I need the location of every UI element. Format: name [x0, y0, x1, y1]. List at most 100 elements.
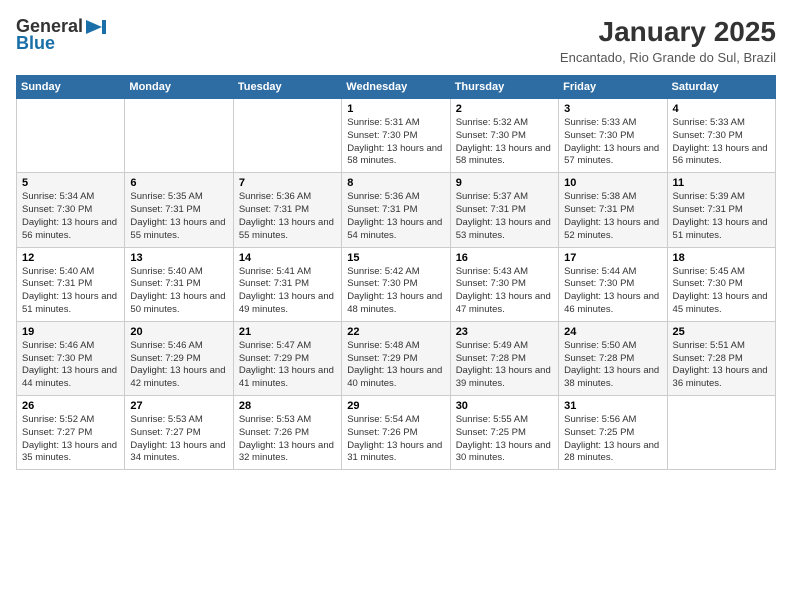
calendar-cell: 10 Sunrise: 5:38 AMSunset: 7:31 PMDayligh… [559, 173, 667, 247]
month-year-title: January 2025 [560, 16, 776, 48]
day-info: Sunrise: 5:33 AMSunset: 7:30 PMDaylight:… [564, 117, 661, 168]
calendar-cell: 14 Sunrise: 5:41 AMSunset: 7:31 PMDayligh… [233, 247, 341, 321]
calendar-week-1: 1 Sunrise: 5:31 AMSunset: 7:30 PMDaylight… [17, 99, 776, 173]
calendar-cell: 22 Sunrise: 5:48 AMSunset: 7:29 PMDayligh… [342, 321, 450, 395]
calendar-cell: 24 Sunrise: 5:50 AMSunset: 7:28 PMDayligh… [559, 321, 667, 395]
day-info: Sunrise: 5:41 AMSunset: 7:31 PMDaylight:… [239, 266, 336, 317]
day-info: Sunrise: 5:56 AMSunset: 7:25 PMDaylight:… [564, 414, 661, 465]
page-header: General Blue January 2025 Encantado, Rio… [16, 16, 776, 65]
calendar-cell: 2 Sunrise: 5:32 AMSunset: 7:30 PMDaylight… [450, 99, 558, 173]
day-number: 12 [22, 252, 119, 264]
day-number: 20 [130, 326, 227, 338]
day-number: 16 [456, 252, 553, 264]
logo-flag-icon [86, 20, 106, 34]
calendar-cell: 19Sunrise: 5:46 AMSunset: 7:30 PMDayligh… [17, 321, 125, 395]
day-number: 10 [564, 177, 661, 189]
calendar-cell: 15 Sunrise: 5:42 AMSunset: 7:30 PMDayligh… [342, 247, 450, 321]
day-info: Sunrise: 5:50 AMSunset: 7:28 PMDaylight:… [564, 340, 661, 391]
day-number: 9 [456, 177, 553, 189]
weekday-header-row: SundayMondayTuesdayWednesdayThursdayFrid… [17, 76, 776, 99]
logo-blue-text: Blue [16, 33, 55, 54]
day-number: 17 [564, 252, 661, 264]
day-info: Sunrise: 5:31 AMSunset: 7:30 PMDaylight:… [347, 117, 444, 168]
calendar-cell: 25 Sunrise: 5:51 AMSunset: 7:28 PMDayligh… [667, 321, 775, 395]
calendar-week-2: 5 Sunrise: 5:34 AMSunset: 7:30 PMDaylight… [17, 173, 776, 247]
day-number: 24 [564, 326, 661, 338]
day-number: 14 [239, 252, 336, 264]
calendar-cell: 28 Sunrise: 5:53 AMSunset: 7:26 PMDayligh… [233, 396, 341, 470]
calendar-cell: 26 Sunrise: 5:52 AMSunset: 7:27 PMDayligh… [17, 396, 125, 470]
day-info: Sunrise: 5:36 AMSunset: 7:31 PMDaylight:… [239, 191, 336, 242]
day-number: 19 [22, 326, 119, 338]
day-number: 18 [673, 252, 770, 264]
day-number: 1 [347, 103, 444, 115]
day-number: 22 [347, 326, 444, 338]
day-number: 26 [22, 400, 119, 412]
calendar-cell: 20 Sunrise: 5:46 AMSunset: 7:29 PMDayligh… [125, 321, 233, 395]
weekday-header-saturday: Saturday [667, 76, 775, 99]
day-number: 28 [239, 400, 336, 412]
calendar-cell: 16Sunrise: 5:43 AMSunset: 7:30 PMDayligh… [450, 247, 558, 321]
calendar-cell: 18Sunrise: 5:45 AMSunset: 7:30 PMDayligh… [667, 247, 775, 321]
calendar-cell: 11 Sunrise: 5:39 AMSunset: 7:31 PMDayligh… [667, 173, 775, 247]
day-info: Sunrise: 5:52 AMSunset: 7:27 PMDaylight:… [22, 414, 119, 465]
weekday-header-monday: Monday [125, 76, 233, 99]
calendar-cell: 3 Sunrise: 5:33 AMSunset: 7:30 PMDaylight… [559, 99, 667, 173]
day-number: 3 [564, 103, 661, 115]
calendar-week-3: 12 Sunrise: 5:40 AMSunset: 7:31 PMDayligh… [17, 247, 776, 321]
day-info: Sunrise: 5:40 AMSunset: 7:31 PMDaylight:… [22, 266, 119, 317]
day-number: 30 [456, 400, 553, 412]
calendar-cell: 27 Sunrise: 5:53 AMSunset: 7:27 PMDayligh… [125, 396, 233, 470]
calendar-cell: 9 Sunrise: 5:37 AMSunset: 7:31 PMDaylight… [450, 173, 558, 247]
calendar-cell: 4Sunrise: 5:33 AMSunset: 7:30 PMDaylight… [667, 99, 775, 173]
day-info: Sunrise: 5:42 AMSunset: 7:30 PMDaylight:… [347, 266, 444, 317]
calendar-cell: 21Sunrise: 5:47 AMSunset: 7:29 PMDayligh… [233, 321, 341, 395]
calendar-cell: 17Sunrise: 5:44 AMSunset: 7:30 PMDayligh… [559, 247, 667, 321]
calendar-table: SundayMondayTuesdayWednesdayThursdayFrid… [16, 75, 776, 470]
day-number: 5 [22, 177, 119, 189]
day-info: Sunrise: 5:34 AMSunset: 7:30 PMDaylight:… [22, 191, 119, 242]
logo: General Blue [16, 16, 106, 54]
day-info: Sunrise: 5:35 AMSunset: 7:31 PMDaylight:… [130, 191, 227, 242]
day-info: Sunrise: 5:38 AMSunset: 7:31 PMDaylight:… [564, 191, 661, 242]
weekday-header-friday: Friday [559, 76, 667, 99]
day-number: 23 [456, 326, 553, 338]
calendar-cell: 12 Sunrise: 5:40 AMSunset: 7:31 PMDayligh… [17, 247, 125, 321]
day-info: Sunrise: 5:37 AMSunset: 7:31 PMDaylight:… [456, 191, 553, 242]
day-info: Sunrise: 5:49 AMSunset: 7:28 PMDaylight:… [456, 340, 553, 391]
calendar-week-5: 26 Sunrise: 5:52 AMSunset: 7:27 PMDayligh… [17, 396, 776, 470]
day-info: Sunrise: 5:46 AMSunset: 7:29 PMDaylight:… [130, 340, 227, 391]
weekday-header-thursday: Thursday [450, 76, 558, 99]
calendar-cell: 29Sunrise: 5:54 AMSunset: 7:26 PMDayligh… [342, 396, 450, 470]
day-info: Sunrise: 5:51 AMSunset: 7:28 PMDaylight:… [673, 340, 770, 391]
day-number: 13 [130, 252, 227, 264]
day-number: 31 [564, 400, 661, 412]
day-info: Sunrise: 5:47 AMSunset: 7:29 PMDaylight:… [239, 340, 336, 391]
day-number: 25 [673, 326, 770, 338]
weekday-header-tuesday: Tuesday [233, 76, 341, 99]
weekday-header-sunday: Sunday [17, 76, 125, 99]
calendar-cell: 8Sunrise: 5:36 AMSunset: 7:31 PMDaylight… [342, 173, 450, 247]
day-info: Sunrise: 5:53 AMSunset: 7:27 PMDaylight:… [130, 414, 227, 465]
day-number: 15 [347, 252, 444, 264]
day-number: 2 [456, 103, 553, 115]
day-info: Sunrise: 5:32 AMSunset: 7:30 PMDaylight:… [456, 117, 553, 168]
day-info: Sunrise: 5:36 AMSunset: 7:31 PMDaylight:… [347, 191, 444, 242]
day-info: Sunrise: 5:33 AMSunset: 7:30 PMDaylight:… [673, 117, 770, 168]
calendar-cell [125, 99, 233, 173]
day-info: Sunrise: 5:48 AMSunset: 7:29 PMDaylight:… [347, 340, 444, 391]
day-info: Sunrise: 5:53 AMSunset: 7:26 PMDaylight:… [239, 414, 336, 465]
day-number: 11 [673, 177, 770, 189]
calendar-cell: 1 Sunrise: 5:31 AMSunset: 7:30 PMDaylight… [342, 99, 450, 173]
day-info: Sunrise: 5:39 AMSunset: 7:31 PMDaylight:… [673, 191, 770, 242]
day-number: 27 [130, 400, 227, 412]
calendar-cell [667, 396, 775, 470]
day-info: Sunrise: 5:40 AMSunset: 7:31 PMDaylight:… [130, 266, 227, 317]
calendar-cell: 31 Sunrise: 5:56 AMSunset: 7:25 PMDayligh… [559, 396, 667, 470]
calendar-cell [233, 99, 341, 173]
calendar-cell: 13 Sunrise: 5:40 AMSunset: 7:31 PMDayligh… [125, 247, 233, 321]
day-number: 29 [347, 400, 444, 412]
location-subtitle: Encantado, Rio Grande do Sul, Brazil [560, 50, 776, 65]
calendar-cell: 7Sunrise: 5:36 AMSunset: 7:31 PMDaylight… [233, 173, 341, 247]
weekday-header-wednesday: Wednesday [342, 76, 450, 99]
